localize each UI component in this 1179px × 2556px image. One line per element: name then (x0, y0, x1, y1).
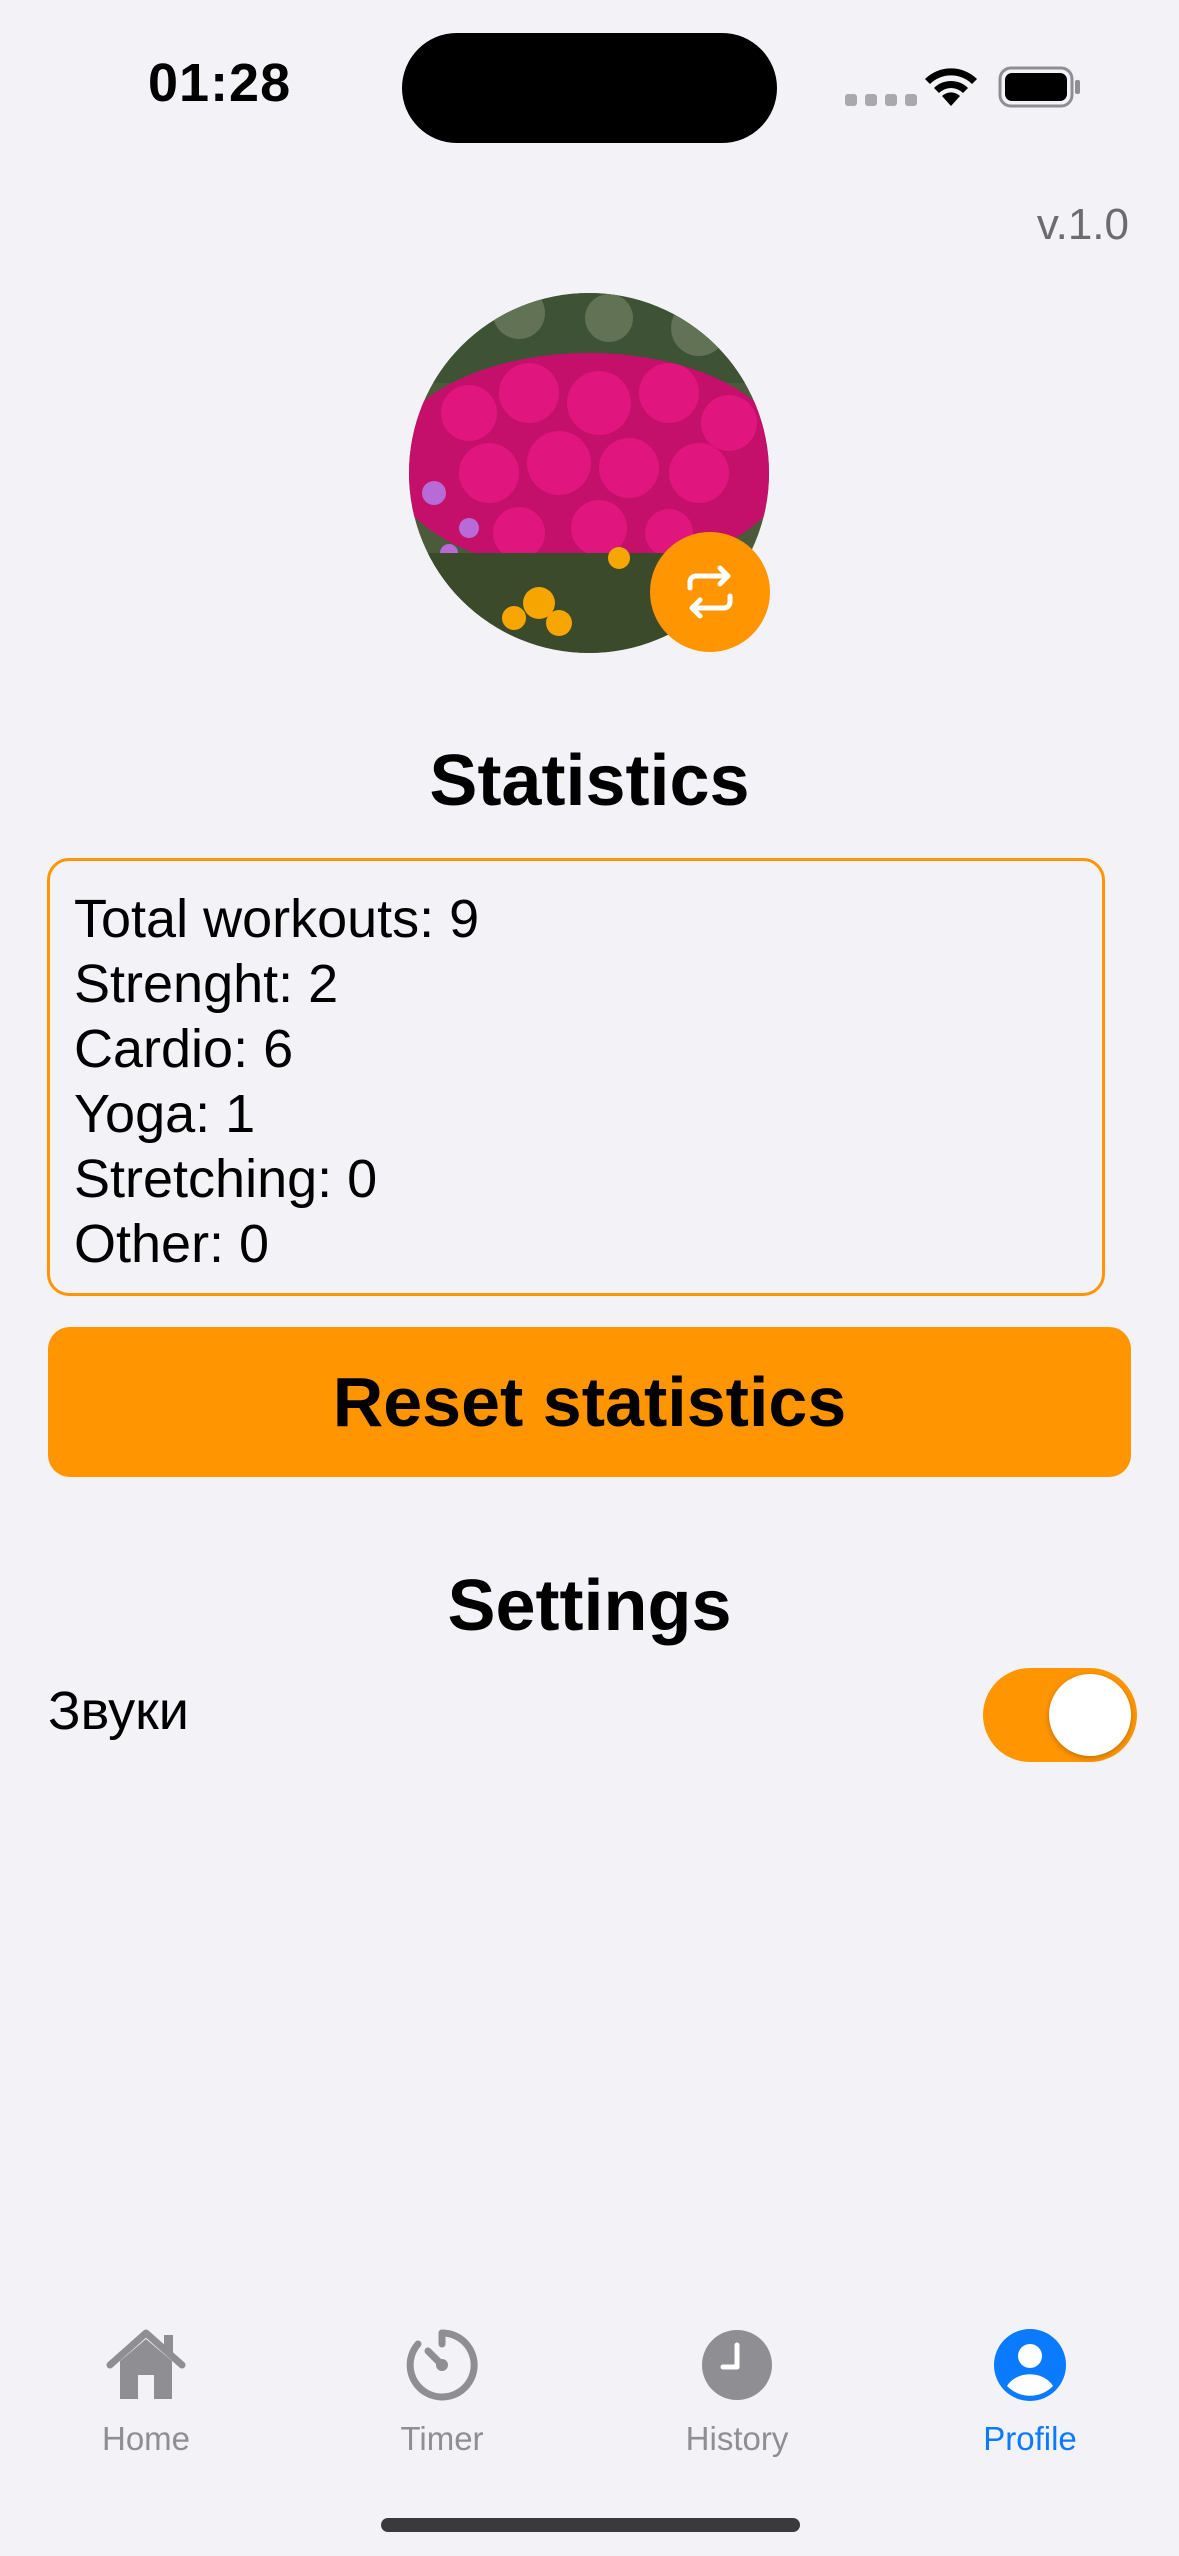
timer-icon (397, 2320, 487, 2410)
tab-home-label: Home (101, 2420, 191, 2457)
app-version: v.1.0 (1036, 200, 1129, 249)
settings-title: Settings (447, 1566, 732, 1646)
stat-other: Other: 0 (74, 1214, 270, 1274)
clock-icon (692, 2320, 782, 2410)
tab-home[interactable]: Home (46, 2320, 246, 2458)
stat-cardio: Cardio: 6 (74, 1019, 294, 1079)
stat-total-workouts: Total workouts: 9 (74, 889, 480, 949)
statistics-title: Statistics (429, 741, 750, 821)
statistics-box: Total workouts: 9 Strenght: 2 Cardio: 6 … (47, 858, 1105, 1296)
stat-stretching: Stretching: 0 (74, 1149, 378, 1209)
toggle-knob (1049, 1674, 1131, 1756)
tab-history[interactable]: History (637, 2320, 837, 2458)
tab-profile-label: Profile (983, 2420, 1077, 2457)
cellular-signal-icon (845, 94, 917, 106)
reset-statistics-button[interactable]: Reset statistics (48, 1327, 1131, 1477)
home-indicator (381, 2518, 800, 2532)
status-time: 01:28 (148, 53, 292, 113)
stat-yoga: Yoga: 1 (74, 1084, 256, 1144)
tab-timer[interactable]: Timer (342, 2320, 542, 2458)
stat-strength: Strenght: 2 (74, 954, 339, 1014)
sounds-toggle[interactable] (983, 1668, 1137, 1762)
tab-profile[interactable]: Profile (930, 2320, 1130, 2458)
house-icon (101, 2320, 191, 2410)
tab-history-label: History (685, 2420, 789, 2457)
change-avatar-button[interactable] (650, 532, 770, 652)
person-circle-icon (985, 2320, 1075, 2410)
tab-timer-label: Timer (400, 2420, 484, 2457)
battery-icon (998, 66, 1080, 108)
swap-arrows-icon (687, 565, 733, 619)
wifi-icon (925, 68, 977, 106)
dynamic-island (402, 33, 777, 143)
sounds-label: Звуки (48, 1681, 189, 1741)
